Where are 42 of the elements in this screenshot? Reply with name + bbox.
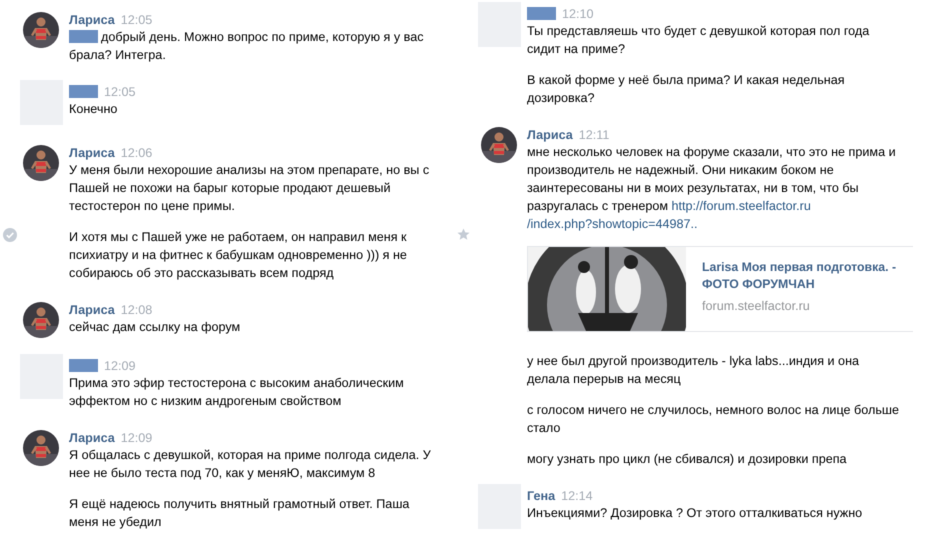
message-text: у нее был другой производитель - lyka labs...индия и она делала перерыв на месяц (527, 354, 860, 386)
avatar[interactable] (23, 145, 59, 181)
avatar[interactable] (23, 12, 59, 48)
star-icon[interactable] (457, 228, 470, 241)
message-text: мне несколько человек на форуме сказали, что это не прима и производитель не надежный. Они никаким боком не заинтересованы ни в моих результатах, ни в том, что бы разругалась с тренером http://forum.steelfactor.ru /index.php?showtopic=44987.. (527, 145, 896, 231)
preview-title[interactable]: Larisa Моя первая подготовка. - ФОТО ФОРУМЧАН (702, 259, 913, 293)
message-text: Инъекциями? Дозировка ? От этого отталкиваться нужно (527, 506, 862, 520)
sender-name[interactable]: Лариса (69, 302, 115, 316)
avatar[interactable] (23, 430, 59, 466)
message-time: 12:05 (120, 12, 152, 26)
message-time: 12:10 (562, 6, 594, 20)
link[interactable]: http://forum.steelfactor.ru (672, 199, 811, 213)
preview-domain: forum.steelfactor.ru (702, 299, 811, 313)
message-text: Конечно (69, 102, 118, 116)
message-text: добрый день. Можно вопрос по приме, которую я у вас брала? Интегра. (69, 30, 424, 62)
message-time: 12:14 (561, 488, 593, 502)
message-text: И хотя мы с Пашей уже не работаем, он направил меня к психиатру и на фитнес к бабушкам одновременно ))) я не собираюсь об это рассказывать всем подряд (69, 230, 407, 280)
message-text: Я ещё надеюсь получить внятный грамотный ответ. Паша меня не убедил (69, 497, 410, 529)
message-time: 12:06 (120, 146, 152, 160)
avatar[interactable] (23, 302, 59, 338)
check-circle-icon[interactable] (3, 228, 17, 242)
message-text: могу узнать про цикл (не сбивался) и дозировки препа (527, 452, 847, 466)
message-time: 12:09 (104, 358, 136, 372)
message-text: Я общалась с девушкой, которая на приме полгода сидела. У нее не было теста под 70, как у меняЮ, максимум 8 (69, 448, 431, 480)
sender-name[interactable]: Гена (527, 488, 556, 502)
message-text: У меня были нехорошие анализы на этом препарате, но вы с Пашей не похожи на барыг которые продают дешевый тестостерон по цене примы. (69, 163, 430, 213)
message-time: 12:08 (120, 302, 152, 316)
message-time: 12:11 (578, 128, 610, 142)
message-time: 12:05 (104, 84, 136, 98)
link[interactable]: /index.php?showtopic=44987.. (527, 217, 698, 231)
message-time: 12:09 (120, 430, 152, 444)
message-text: сейчас дам ссылку на форум (69, 320, 240, 334)
sender-name[interactable]: Лариса (69, 12, 115, 26)
message-text: с голосом ничего не случилось, немного волос на лице больше стало (527, 403, 899, 435)
link-preview-card[interactable]: Larisa Моя первая подготовка. - ФОТО ФОРУМЧАН forum.steelfactor.ru (527, 246, 913, 332)
message-text: Прима это эфир тестостерона с высоким анаболическим эффектом но с низким андрогеным свойством (69, 376, 404, 408)
avatar[interactable] (481, 127, 517, 163)
message-text: Ты представляешь что будет с девушкой которая пол года сидит на приме? (527, 24, 870, 56)
sender-name[interactable]: Лариса (69, 146, 115, 160)
sender-name[interactable]: Лариса (69, 430, 115, 444)
message-text: В какой форме у неё была прима? И какая недельная дозировка? (527, 73, 845, 105)
sender-name[interactable]: Лариса (527, 128, 573, 142)
